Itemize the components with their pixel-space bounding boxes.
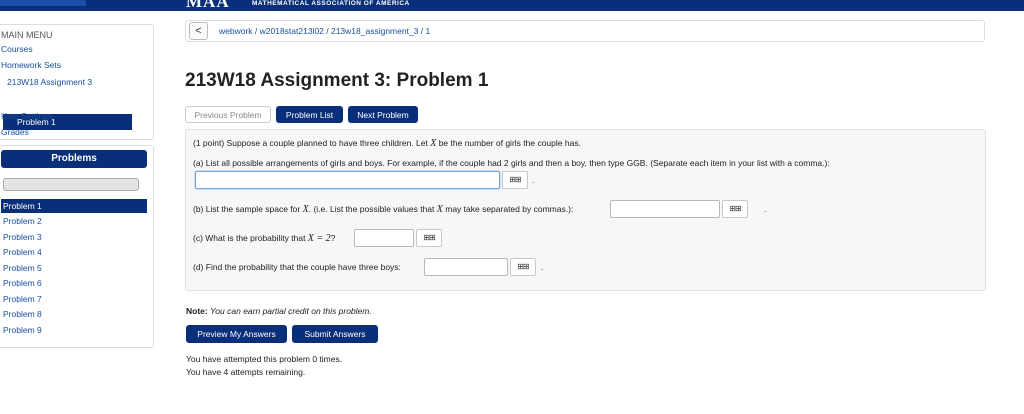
main-menu: MAIN MENU Courses Homework Sets 213W18 A… (0, 24, 154, 140)
answer-c-input[interactable] (354, 229, 414, 247)
back-button[interactable]: < (189, 22, 208, 40)
grid-icon[interactable]: ⊞⊞ (416, 229, 442, 247)
grid-icon[interactable]: ⊞⊞ (722, 200, 748, 218)
problem-link-7[interactable]: Problem 7 (1, 292, 147, 306)
part-d-text: (d) Find the probability that the couple… (193, 262, 401, 272)
problem-link-4[interactable]: Problem 4 (1, 245, 147, 259)
previous-problem-button[interactable]: Previous Problem (185, 106, 271, 123)
breadcrumb: < webwork / w2018stat213l02 / 213w18_ass… (185, 20, 985, 42)
grid-icon[interactable]: ⊞⊞ (510, 258, 536, 276)
problem-link-8[interactable]: Problem 8 (1, 307, 147, 321)
problems-select[interactable] (3, 178, 139, 191)
next-problem-button[interactable]: Next Problem (348, 106, 418, 123)
problem-link-6[interactable]: Problem 6 (1, 276, 147, 290)
menu-item-assignment[interactable]: 213W18 Assignment 3 (7, 77, 92, 87)
attempts-count: You have attempted this problem 0 times. (186, 354, 343, 364)
problems-header: Problems (1, 150, 147, 168)
part-b-dot: . (764, 204, 767, 214)
main-menu-title: MAIN MENU (1, 30, 53, 40)
menu-item-courses[interactable]: Courses (1, 44, 33, 54)
problem-body: (1 point) Suppose a couple planned to ha… (185, 129, 986, 291)
problem-intro: (1 point) Suppose a couple planned to ha… (193, 138, 581, 149)
menu-item-grades[interactable]: Grades (1, 127, 29, 137)
menu-item-user-settings[interactable]: User Settings (1, 111, 52, 121)
answer-d-input[interactable] (424, 258, 508, 276)
part-b-text: (b) List the sample space for X. (i.e. L… (193, 204, 574, 215)
problem-link-2[interactable]: Problem 2 (1, 214, 147, 228)
problem-list-button[interactable]: Problem List (276, 106, 343, 123)
problem-link-9[interactable]: Problem 9 (1, 323, 147, 337)
maa-logo: MAA (186, 0, 230, 11)
breadcrumb-path[interactable]: webwork / w2018stat213l02 / 213w18_assig… (219, 26, 430, 36)
submit-answers-button[interactable]: Submit Answers (292, 325, 378, 343)
problem-link-1[interactable]: Problem 1 (1, 199, 147, 213)
attempts-remaining: You have 4 attempts remaining. (186, 367, 306, 377)
answer-a-input[interactable] (195, 171, 500, 189)
login-button[interactable] (0, 0, 86, 6)
preview-answers-button[interactable]: Preview My Answers (186, 325, 287, 343)
partial-credit-note: Note: You can earn partial credit on thi… (186, 306, 372, 316)
problem-link-3[interactable]: Problem 3 (1, 230, 147, 244)
problems-panel: Problems Problem 1 Problem 2 Problem 3 P… (0, 145, 154, 348)
answer-b-input[interactable] (610, 200, 720, 218)
part-d-dot: . (541, 262, 544, 272)
part-c-text: (c) What is the probability that X = 2? (193, 233, 336, 244)
grid-icon[interactable]: ⊞⊞ (502, 171, 528, 189)
part-a-dot: . (532, 175, 535, 185)
top-banner: MAA MATHEMATICAL ASSOCIATION OF AMERICA (0, 0, 1024, 11)
menu-item-homework-sets[interactable]: Homework Sets (1, 60, 61, 70)
page-title: 213W18 Assignment 3: Problem 1 (185, 70, 489, 91)
part-a-text: (a) List all possible arrangements of gi… (193, 158, 830, 168)
org-name: MATHEMATICAL ASSOCIATION OF AMERICA (252, 0, 410, 7)
problem-link-5[interactable]: Problem 5 (1, 261, 147, 275)
